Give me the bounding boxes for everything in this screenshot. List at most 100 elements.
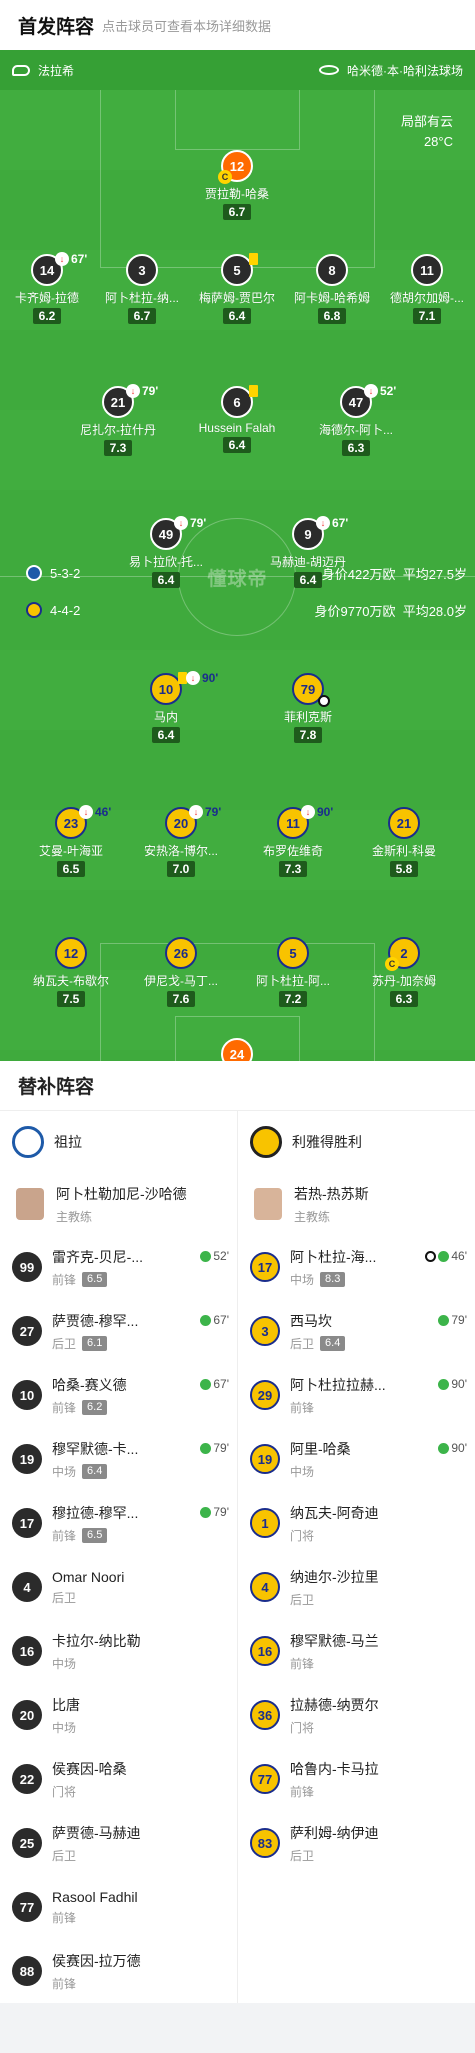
player-number: 10 xyxy=(158,681,174,697)
player-marker[interactable]: 12 C 贾拉勒-哈桑 6.7 xyxy=(187,150,287,221)
away-team-row[interactable]: 利雅得胜利 xyxy=(238,1111,475,1173)
sub-player-position: 前锋 xyxy=(290,1784,315,1799)
sub-number-badge: 17 xyxy=(250,1252,280,1282)
sub-player-meta: 后卫 xyxy=(52,1847,172,1864)
home-age: 平均27.5岁 xyxy=(402,566,467,582)
player-number: 5 xyxy=(289,945,297,961)
away-formation: 4-4-2 xyxy=(50,602,81,618)
player-rating: 7.0 xyxy=(166,861,196,877)
sub-player-row[interactable]: 17 阿卜杜拉-海... 中场 8.3 46' xyxy=(238,1235,475,1299)
sub-player-row[interactable]: 27 萨贾德-穆罕... 后卫 6.1 67' xyxy=(0,1299,237,1363)
player-marker[interactable]: 11 德胡尔加姆-... 7.1 xyxy=(377,254,475,325)
player-name: 贾拉勒-哈桑 xyxy=(205,187,269,201)
sub-player-row[interactable]: 16 卡拉尔-纳比勒 中场 xyxy=(0,1619,237,1683)
sub-player-row[interactable]: 19 穆罕默德-卡... 中场 6.4 79' xyxy=(0,1427,237,1491)
sub-player-row[interactable]: 17 穆拉德-穆罕... 前锋 6.5 79' xyxy=(0,1491,237,1555)
sub-player-info: 侯赛因-哈桑门将 xyxy=(52,1759,172,1800)
sub-player-row[interactable]: 10 哈桑-赛义德 前锋 6.2 67' xyxy=(0,1363,237,1427)
sub-player-row[interactable]: 1 纳瓦夫-阿奇迪 门将 xyxy=(238,1491,475,1555)
sub-player-name: 侯赛因-哈桑 xyxy=(52,1760,127,1777)
sub-player-meta: 门将 xyxy=(52,1783,172,1800)
player-marker[interactable]: 12 纳瓦夫-布歇尔 7.5 xyxy=(21,937,121,1008)
player-marker[interactable]: 9 ↓ 67' 马赫迪-胡迈丹 6.4 xyxy=(258,516,358,589)
player-marker[interactable]: 14 ↓ 67' 卡齐姆-拉德 6.2 xyxy=(0,252,97,325)
sub-player-info: 哈桑-赛义德 前锋 6.2 xyxy=(52,1375,172,1416)
player-marker[interactable]: 21 ↓ 79' 尼扎尔-拉什丹 7.3 xyxy=(68,384,168,457)
player-rating: 7.5 xyxy=(56,991,86,1007)
sub-player-row[interactable]: 22 侯赛因-哈桑 门将 xyxy=(0,1747,237,1811)
sub-player-info: 穆拉德-穆罕... 前锋 6.5 xyxy=(52,1503,172,1544)
player-name: 金斯利-科曼 xyxy=(372,844,436,858)
player-marker[interactable]: 21 金斯利-科曼 5.8 xyxy=(354,807,454,878)
player-number: 79 xyxy=(300,681,316,697)
sub-minute: 67' xyxy=(71,252,88,266)
player-marker[interactable]: 20 ↓ 79' 安热洛-博尔... 7.0 xyxy=(131,805,231,878)
home-coach-role: 主教练 xyxy=(56,1209,93,1224)
player-marker[interactable]: 47 ↓ 52' 海德尔-阿卜... 6.3 xyxy=(306,384,406,457)
sub-player-row[interactable]: 3 西马坎 后卫 6.4 79' xyxy=(238,1299,475,1363)
home-coach-row[interactable]: 阿卜杜勒加尼-沙哈德 主教练 xyxy=(0,1173,237,1235)
sub-player-row[interactable]: 83 萨利姆-纳伊迪 后卫 xyxy=(238,1811,475,1875)
player-marker[interactable]: 5 阿卜杜拉-阿... 7.2 xyxy=(243,937,343,1008)
sub-player-position: 中场 xyxy=(290,1272,315,1287)
sub-player-meta: 前锋 6.2 xyxy=(52,1399,172,1416)
player-marker[interactable]: 11 ↓ 90' 布罗佐维奇 7.3 xyxy=(243,805,343,878)
sub-player-row[interactable]: 4 Omar Noori 后卫 xyxy=(0,1555,237,1619)
sub-player-row[interactable]: 19 阿里-哈桑 中场 90' xyxy=(238,1427,475,1491)
sub-player-row[interactable]: 16 穆罕默德-马兰 前锋 xyxy=(238,1619,475,1683)
player-marker[interactable]: 5 梅萨姆-贾巴尔 6.4 xyxy=(187,253,287,325)
sub-player-row[interactable]: 36 拉赫德-纳贾尔 门将 xyxy=(238,1683,475,1747)
sub-player-row[interactable]: 20 比唐 中场 xyxy=(0,1683,237,1747)
sub-number-badge: 16 xyxy=(250,1636,280,1666)
player-rating: 6.3 xyxy=(341,440,371,456)
sub-in-marker: 79' xyxy=(200,1441,229,1455)
player-marker[interactable]: 3 阿卜杜拉-纳... 6.7 xyxy=(92,254,192,325)
sub-player-row[interactable]: 4 纳迪尔-沙拉里 后卫 xyxy=(238,1555,475,1619)
sub-player-info: 雷齐克-贝尼-... 前锋 6.5 xyxy=(52,1247,172,1288)
player-marker[interactable]: 49 ↓ 79' 易卜拉欣-托... 6.4 xyxy=(116,516,216,589)
sub-player-row[interactable]: 88 侯赛因-拉万德 前锋 xyxy=(0,1939,237,2003)
player-rating: 7.1 xyxy=(412,308,442,324)
sub-player-row[interactable]: 99 雷齐克-贝尼-... 前锋 6.5 52' xyxy=(0,1235,237,1299)
lineup-hint: 点击球员可查看本场详细数据 xyxy=(102,18,272,34)
goal-ball-icon xyxy=(318,695,330,707)
home-team-row[interactable]: 祖拉 xyxy=(0,1111,237,1173)
sub-player-position: 后卫 xyxy=(52,1590,77,1605)
player-number-badge: 5 xyxy=(277,937,309,969)
player-marker[interactable]: 24本托7.0 xyxy=(187,1038,287,1061)
sub-player-info: 纳迪尔-沙拉里 后卫 xyxy=(290,1567,410,1608)
sub-player-row[interactable]: 29 阿卜杜拉拉赫... 前锋 90' xyxy=(238,1363,475,1427)
player-name: 易卜拉欣-托... xyxy=(129,555,203,569)
player-marker[interactable]: 26 伊尼戈-马丁... 7.6 xyxy=(131,937,231,1008)
away-coach-row[interactable]: 若热-热苏斯 主教练 xyxy=(238,1173,475,1235)
player-number-badge: 26 xyxy=(165,937,197,969)
player-number: 21 xyxy=(396,815,412,831)
sub-player-row[interactable]: 77 哈鲁内-卡马拉 前锋 xyxy=(238,1747,475,1811)
substitution-marker: ↓ 90' xyxy=(186,671,218,685)
sub-out-icon: ↓ xyxy=(79,805,93,819)
sub-player-meta: 中场 6.4 xyxy=(52,1463,172,1480)
sub-player-meta: 后卫 6.1 xyxy=(52,1335,172,1352)
sub-player-row[interactable]: 25 萨贾德-马赫迪 后卫 xyxy=(0,1811,237,1875)
sub-player-name: 穆罕默德-马兰 xyxy=(290,1632,379,1649)
player-marker[interactable]: 6 Hussein Falah 6.4 xyxy=(187,385,287,454)
sub-player-row[interactable]: 77 Rasool Fadhil 前锋 xyxy=(0,1875,237,1939)
player-marker[interactable]: 79 菲利克斯 7.8 xyxy=(258,673,358,744)
player-marker[interactable]: 8 阿卡姆-哈希姆 6.8 xyxy=(282,254,382,325)
player-marker[interactable]: 23 ↓ 46' 艾曼-叶海亚 6.5 xyxy=(21,805,121,878)
player-rating: 7.8 xyxy=(293,727,323,743)
player-name: 阿卜杜拉-纳... xyxy=(105,291,179,305)
sub-minute: 52' xyxy=(380,384,397,398)
stadium-info: 哈米德·本·哈利法球场 xyxy=(319,62,463,79)
substitution-marker: ↓ 90' xyxy=(301,805,333,819)
player-marker[interactable]: 10 ↓ 90' 马内 6.4 xyxy=(116,671,218,744)
sub-number-badge: 99 xyxy=(12,1252,42,1282)
player-rating: 6.4 xyxy=(151,572,181,588)
sub-number-badge: 3 xyxy=(250,1316,280,1346)
sub-player-info: 萨贾德-马赫迪 后卫 xyxy=(52,1823,172,1864)
sub-player-name: 萨贾德-穆罕... xyxy=(52,1312,139,1329)
player-name: 梅萨姆-贾巴尔 xyxy=(199,291,275,305)
home-team-logo-icon xyxy=(26,565,42,581)
player-marker[interactable]: 2 C 苏丹-加奈姆 6.3 xyxy=(354,937,454,1008)
lineup-header: 首发阵容 点击球员可查看本场详细数据 xyxy=(0,0,475,50)
